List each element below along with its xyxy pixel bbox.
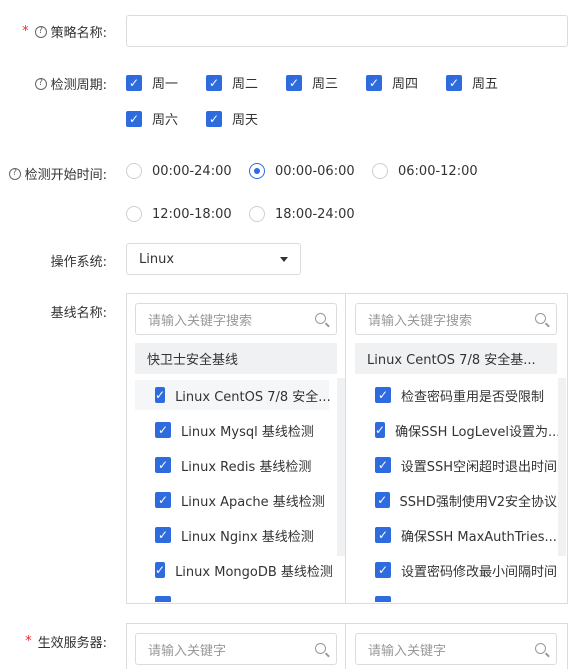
- policy-name-label: * ? 策略名称:: [22, 24, 107, 41]
- cycle-label: ? 检测周期:: [34, 74, 107, 93]
- checkbox-checked-icon: ✓: [375, 492, 390, 508]
- search-icon[interactable]: [315, 643, 326, 654]
- checkbox-day-sun[interactable]: ✓ 周天: [206, 109, 258, 128]
- checkbox-checked-icon: ✓: [375, 387, 391, 403]
- servers-right-search-input[interactable]: 请输入关键字: [355, 633, 557, 665]
- radio-selected-icon: [249, 163, 265, 179]
- checkbox-checked-icon: ✓: [155, 457, 171, 473]
- radio-icon: [126, 206, 142, 222]
- checkbox-checked-icon: ✓: [155, 562, 166, 578]
- start-time-label: ? 检测开始时间:: [8, 164, 107, 183]
- radio-time-1[interactable]: 00:00-06:00: [249, 163, 355, 179]
- baseline-left-item[interactable]: ✓ Linux Redis 基线检测: [135, 450, 329, 480]
- baseline-right-item[interactable]: ✓ 确保SSH LogLevel设置为...: [355, 415, 560, 445]
- checkbox-day-wed[interactable]: ✓ 周三: [286, 73, 338, 92]
- radio-time-2[interactable]: 06:00-12:00: [372, 163, 478, 179]
- baseline-left-search-input[interactable]: 请输入关键字搜索: [135, 303, 337, 335]
- checkbox-checked-icon: ✓: [206, 110, 222, 127]
- servers-right-panel: 请输入关键字: [345, 623, 568, 669]
- required-mark: *: [22, 24, 29, 39]
- checkbox-checked-icon: ✓: [206, 74, 222, 91]
- baseline-right-search-input[interactable]: 请输入关键字搜索: [355, 303, 557, 335]
- checkbox-checked-icon: [375, 596, 391, 602]
- checkbox-checked-icon: ✓: [155, 387, 166, 403]
- help-icon[interactable]: ?: [34, 77, 47, 90]
- radio-time-4[interactable]: 18:00-24:00: [249, 206, 355, 222]
- checkbox-day-tue[interactable]: ✓ 周二: [206, 73, 258, 92]
- baseline-right-panel: 请输入关键字搜索 Linux CentOS 7/8 安全基... ✓ 检查密码重用…: [345, 293, 568, 604]
- radio-icon: [249, 206, 265, 222]
- checkbox-checked-icon: ✓: [126, 74, 142, 91]
- checkbox-day-mon[interactable]: ✓ 周一: [126, 73, 178, 92]
- checkbox-checked-icon: ✓: [155, 422, 171, 438]
- baseline-left-item[interactable]: ✓ Linux Mysql 基线检测: [135, 415, 329, 445]
- checkbox-checked-icon: ✓: [375, 562, 391, 578]
- baseline-right-item[interactable]: ✓ SSHD强制使用V2安全协议: [355, 485, 557, 515]
- checkbox-checked-icon: ✓: [375, 457, 391, 473]
- baseline-left-item[interactable]: ✓ Linux CentOS 7/8 安全...: [135, 380, 331, 410]
- os-label: 操作系统:: [50, 255, 107, 270]
- baseline-left-panel: 请输入关键字搜索 快卫士安全基线 ✓ Linux CentOS 7/8 安全...…: [126, 293, 346, 604]
- scrollbar[interactable]: [558, 378, 566, 556]
- policy-name-input[interactable]: [126, 15, 568, 47]
- caret-down-icon: [280, 257, 288, 262]
- servers-left-panel: 请输入关键字: [126, 623, 346, 669]
- radio-icon: [372, 163, 388, 179]
- baseline-left-group-header[interactable]: 快卫士安全基线: [135, 343, 337, 374]
- checkbox-checked-icon: ✓: [375, 527, 391, 543]
- baseline-label: 基线名称:: [50, 306, 107, 321]
- checkbox-checked-icon: ✓: [155, 492, 171, 508]
- baseline-left-item[interactable]: ✓ Linux Apache 基线检测: [135, 485, 329, 515]
- help-icon[interactable]: ?: [34, 25, 47, 38]
- radio-time-0[interactable]: 00:00-24:00: [126, 163, 232, 179]
- help-icon[interactable]: ?: [8, 167, 21, 180]
- baseline-right-group-header[interactable]: Linux CentOS 7/8 安全基...: [355, 343, 557, 374]
- checkbox-checked-icon: ✓: [375, 422, 386, 438]
- checkbox-day-thu[interactable]: ✓ 周四: [366, 73, 418, 92]
- search-icon[interactable]: [535, 313, 546, 324]
- required-mark: *: [25, 634, 32, 649]
- servers-label: * 生效服务器:: [25, 634, 107, 651]
- os-select[interactable]: Linux: [126, 243, 301, 275]
- checkbox-checked-icon: ✓: [366, 74, 382, 91]
- baseline-right-item[interactable]: ✓ 确保SSH MaxAuthTries...: [355, 520, 557, 550]
- checkbox-day-sat[interactable]: ✓ 周六: [126, 109, 178, 128]
- checkbox-checked-icon: [155, 596, 171, 602]
- baseline-right-item[interactable]: ✓ 设置SSH空闲超时退出时间: [355, 450, 557, 480]
- search-icon[interactable]: [315, 313, 326, 324]
- servers-left-search-input[interactable]: 请输入关键字: [135, 633, 337, 665]
- baseline-left-item[interactable]: ✓ Linux Nginx 基线检测: [135, 520, 329, 550]
- checkbox-checked-icon: ✓: [286, 74, 302, 91]
- baseline-left-item[interactable]: ✓ Linux MongoDB 基线检测: [135, 555, 333, 585]
- baseline-right-item[interactable]: ✓ 检查密码重用是否受限制: [355, 380, 557, 410]
- radio-icon: [126, 163, 142, 179]
- checkbox-day-fri[interactable]: ✓ 周五: [446, 73, 498, 92]
- scrollbar[interactable]: [337, 378, 345, 556]
- search-icon[interactable]: [535, 643, 546, 654]
- checkbox-checked-icon: ✓: [126, 110, 142, 127]
- radio-time-3[interactable]: 12:00-18:00: [126, 206, 232, 222]
- checkbox-checked-icon: ✓: [155, 527, 171, 543]
- baseline-right-item[interactable]: ✓ 设置密码修改最小间隔时间: [355, 555, 557, 585]
- checkbox-checked-icon: ✓: [446, 74, 462, 91]
